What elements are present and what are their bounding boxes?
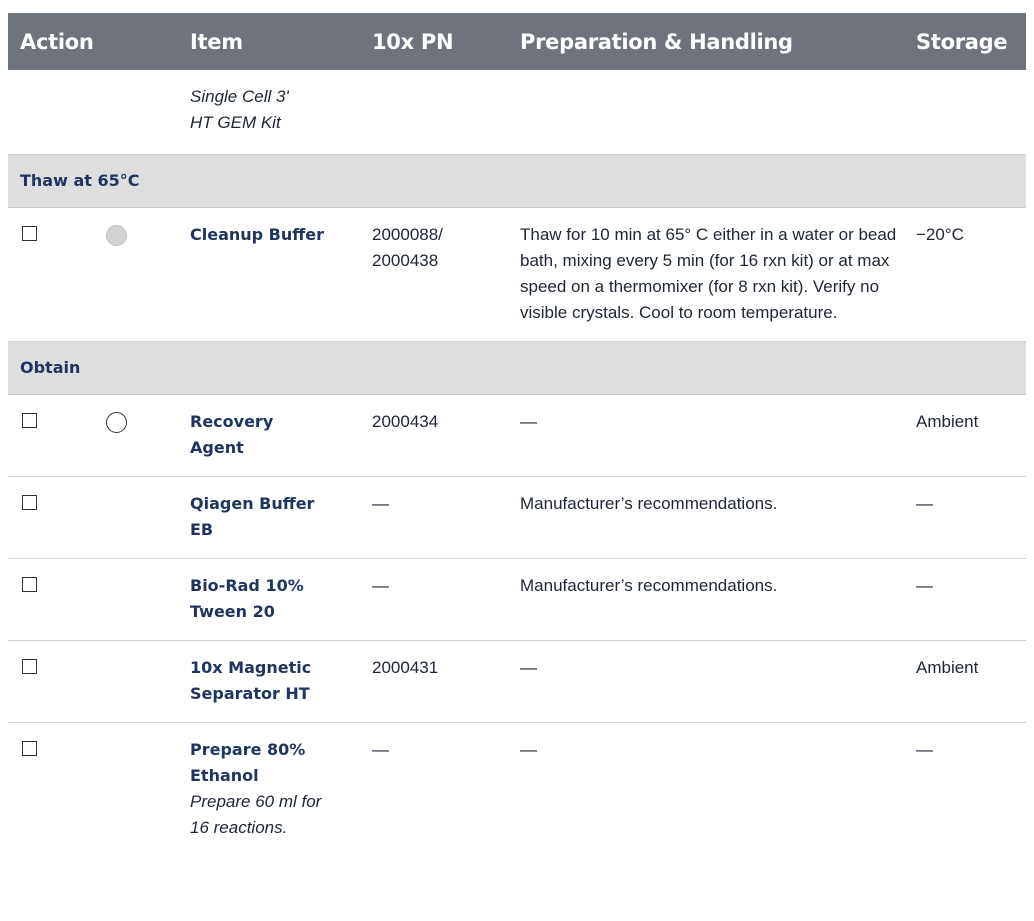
table-row: Qiagen Buffer EB — Manufacturer’s recomm… xyxy=(8,476,1026,559)
item-cell: Bio-Rad 10% Tween 20 xyxy=(184,558,366,641)
gray-tube-icon xyxy=(106,225,127,246)
prep-cell: Thaw for 10 min at 65° C either in a wat… xyxy=(514,207,910,342)
white-tube-icon xyxy=(106,412,127,433)
checkbox[interactable] xyxy=(22,226,37,241)
header-prep: Preparation & Handling xyxy=(514,13,910,70)
storage-cell: Ambient xyxy=(910,640,1026,723)
item-cell: Cleanup Buffer xyxy=(184,207,366,342)
checkbox[interactable] xyxy=(22,413,37,428)
prep-cell: Manufacturer’s recommendations. xyxy=(514,558,910,641)
item-name: Cleanup Buffer xyxy=(190,225,324,244)
item-cell: 10x Magnetic Separator HT xyxy=(184,640,366,723)
storage-cell: — xyxy=(910,476,1026,559)
kit-row: Single Cell 3' HT GEM Kit xyxy=(8,70,1026,155)
action-cell xyxy=(8,394,184,477)
action-cell xyxy=(8,207,184,342)
item-cell: Prepare 80% Ethanol Prepare 60 ml for 16… xyxy=(184,723,366,857)
kit-name-cell: Single Cell 3' HT GEM Kit xyxy=(184,70,366,155)
item-name: 10x Magnetic Separator HT xyxy=(190,658,312,703)
item-note: Prepare 60 ml for 16 reactions. xyxy=(190,792,322,837)
header-item: Item xyxy=(184,13,366,70)
section-obtain: Obtain xyxy=(8,341,1026,395)
kit-storage-cell xyxy=(910,70,1026,155)
storage-cell: Ambient xyxy=(910,394,1026,477)
section-thaw-label: Thaw at 65°C xyxy=(8,154,1026,208)
pn-cell: — xyxy=(366,476,514,559)
table-row: Cleanup Buffer 2000088/ 2000438 Thaw for… xyxy=(8,207,1026,342)
section-thaw: Thaw at 65°C xyxy=(8,154,1026,208)
action-cell xyxy=(8,723,184,857)
checkbox[interactable] xyxy=(22,659,37,674)
header-storage: Storage xyxy=(910,13,1026,70)
part-number: 2000088/ 2000438 xyxy=(372,225,443,270)
checkbox[interactable] xyxy=(22,577,37,592)
kit-action-cell xyxy=(8,70,184,155)
table-row: Bio-Rad 10% Tween 20 — Manufacturer’s re… xyxy=(8,558,1026,641)
storage-cell: — xyxy=(916,740,933,759)
section-obtain-label: Obtain xyxy=(8,341,1026,395)
prep-cell: — xyxy=(520,740,537,759)
storage-cell: −20°C xyxy=(910,207,1026,342)
item-name: Prepare 80% Ethanol xyxy=(190,740,306,785)
item-name: Qiagen Buffer EB xyxy=(190,494,315,539)
kit-pn-cell xyxy=(366,70,514,155)
pn-cell: 2000434 xyxy=(366,394,514,477)
action-cell xyxy=(8,476,184,559)
reagent-table: Action Item 10x PN Preparation & Handlin… xyxy=(8,13,1026,856)
table-row: Recovery Agent 2000434 — Ambient xyxy=(8,394,1026,477)
checkbox[interactable] xyxy=(22,495,37,510)
prep-cell: — xyxy=(514,640,910,723)
kit-prep-cell xyxy=(514,70,910,155)
item-cell: Recovery Agent xyxy=(184,394,366,477)
pn-cell: 2000088/ 2000438 xyxy=(366,207,514,342)
kit-name: Single Cell 3' HT GEM Kit xyxy=(190,87,289,132)
item-cell: Qiagen Buffer EB xyxy=(184,476,366,559)
header-pn: 10x PN xyxy=(366,13,514,70)
action-cell xyxy=(8,558,184,641)
header-row: Action Item 10x PN Preparation & Handlin… xyxy=(8,13,1026,70)
pn-cell: — xyxy=(366,558,514,641)
item-name: Recovery Agent xyxy=(190,412,274,457)
storage-cell: — xyxy=(910,558,1026,641)
pn-cell: 2000431 xyxy=(366,640,514,723)
checkbox[interactable] xyxy=(22,741,37,756)
header-action: Action xyxy=(8,13,184,70)
prep-cell: Manufacturer’s recommendations. xyxy=(514,476,910,559)
reagent-checklist-page: Action Item 10x PN Preparation & Handlin… xyxy=(0,0,1034,921)
prep-cell: — xyxy=(514,394,910,477)
table-row: Prepare 80% Ethanol Prepare 60 ml for 16… xyxy=(8,723,1026,857)
table-row: 10x Magnetic Separator HT 2000431 — Ambi… xyxy=(8,640,1026,723)
action-cell xyxy=(8,640,184,723)
item-name: Bio-Rad 10% Tween 20 xyxy=(190,576,304,621)
pn-cell: — xyxy=(372,740,389,759)
